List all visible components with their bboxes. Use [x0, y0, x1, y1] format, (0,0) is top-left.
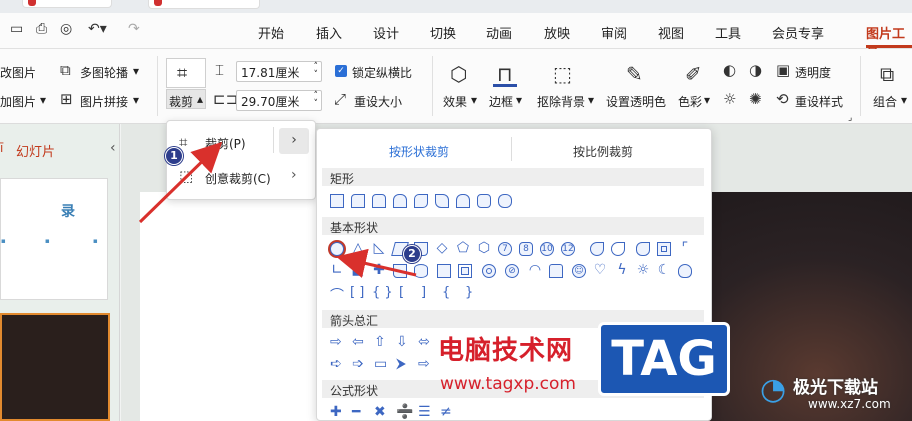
- watermark-tag-logo: TAG: [598, 322, 730, 396]
- watermark-site-name: 电脑技术网: [438, 336, 574, 366]
- watermark-brand-url: www.xz7.com: [808, 397, 891, 411]
- watermark-brand: 极光下载站: [793, 378, 878, 398]
- step-badge-2: 2: [403, 245, 421, 263]
- step-badge-1: 1: [165, 147, 183, 165]
- watermark-url: www.tagxp.com: [440, 374, 576, 394]
- aurora-logo-icon: ◔: [760, 372, 787, 407]
